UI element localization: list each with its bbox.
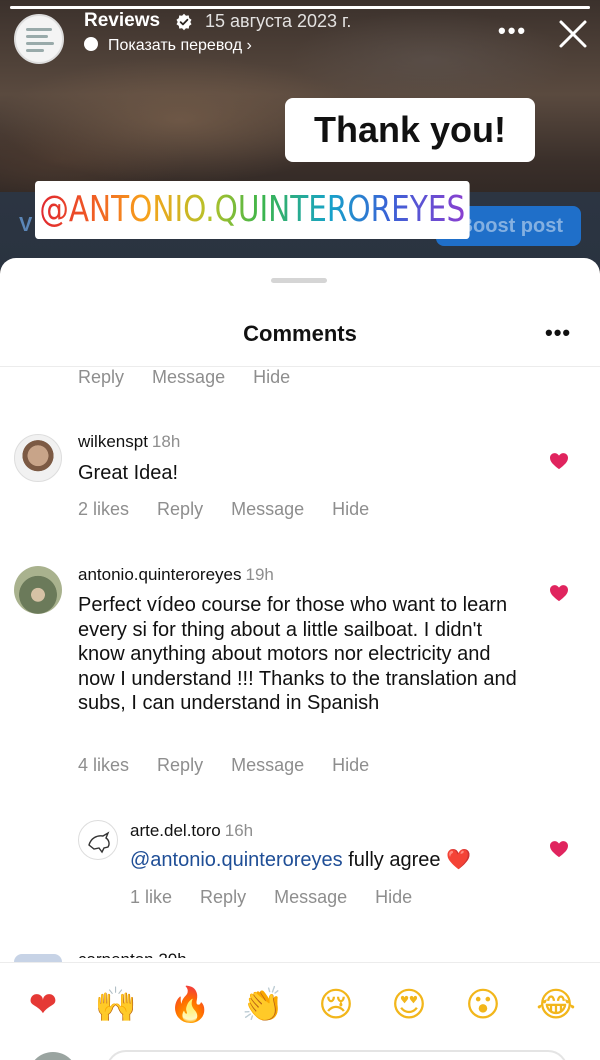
verified-badge-icon	[176, 13, 192, 31]
heart-eyes-icon[interactable]: 😍	[387, 983, 431, 1027]
liked-heart-icon[interactable]	[549, 584, 569, 602]
bull-logo-icon	[88, 831, 110, 854]
likes-count[interactable]: 1 like	[130, 887, 172, 907]
tears-of-joy-icon[interactable]: 😂	[534, 983, 578, 1027]
comment-text: Great Idea!	[78, 462, 179, 484]
comments-more-button[interactable]: •••	[545, 320, 571, 346]
hide-button[interactable]: Hide	[253, 367, 290, 387]
sheet-title: Comments	[243, 321, 357, 346]
next-comment-peek: carpenton 20h	[78, 950, 187, 958]
hide-button[interactable]: Hide	[332, 499, 369, 519]
close-icon[interactable]	[557, 18, 589, 50]
surprised-face-icon[interactable]: 😮	[461, 983, 505, 1027]
partial-text: V	[19, 214, 33, 236]
show-translation-link[interactable]: Показать перевод ›	[84, 37, 252, 55]
fire-icon[interactable]: 🔥	[168, 983, 212, 1027]
comment-actions: 4 likes Reply Message Hide	[78, 755, 392, 776]
crying-face-icon[interactable]: 😢	[314, 983, 358, 1027]
story-date: 15 августа 2023 г.	[205, 11, 352, 31]
liked-heart-icon[interactable]	[549, 452, 569, 470]
mention-sticker[interactable]: @ANTONIO.QUINTEROREYES	[35, 181, 470, 239]
quick-reactions-bar: ❤ 🙌 🔥 👏 😢 😍 😮 😂	[0, 962, 600, 1060]
comment-time: 16h	[224, 821, 254, 840]
story-progress-fill	[10, 6, 590, 9]
raising-hands-icon[interactable]: 🙌	[94, 983, 138, 1027]
mention-sticker-text: @ANTONIO.QUINTEROREYES	[39, 189, 466, 230]
comment-text: @antonio.quinteroreyes fully agree ❤️	[130, 848, 530, 873]
comment-header: arte.del.toro 16h	[130, 821, 253, 841]
comment-header: wilkenspt 18h	[78, 432, 180, 452]
message-button[interactable]: Message	[231, 755, 304, 775]
chevron-right-icon: ›	[246, 37, 252, 54]
message-button[interactable]: Message	[231, 499, 304, 519]
hide-button[interactable]: Hide	[332, 755, 369, 775]
likes-count[interactable]: 2 likes	[78, 499, 129, 519]
comment-actions-partial: Reply Message Hide	[78, 367, 313, 388]
show-translation-label: Показать перевод	[108, 37, 243, 54]
comment-body: fully agree	[342, 849, 447, 871]
message-button[interactable]: Message	[152, 367, 225, 387]
red-heart-icon[interactable]: ❤	[21, 983, 65, 1027]
comment-username[interactable]: antonio.quinteroreyes	[78, 565, 242, 584]
comment-text: Perfect vídeo course for those who want …	[78, 594, 517, 714]
avatar[interactable]	[78, 820, 118, 860]
avatar[interactable]	[14, 434, 62, 482]
sheet-drag-handle[interactable]	[271, 278, 327, 283]
reply-button[interactable]: Reply	[157, 755, 203, 775]
comment-username[interactable]: wilkenspt	[78, 432, 148, 451]
thank-you-sticker: Thank you!	[285, 98, 535, 162]
more-options-button[interactable]: •••	[498, 18, 527, 44]
story-progress-bar	[10, 6, 590, 9]
mention-link[interactable]: @antonio.quinteroreyes	[130, 849, 343, 871]
message-button[interactable]: Message	[274, 887, 347, 907]
avatar[interactable]	[14, 954, 62, 962]
red-heart-emoji: ❤️	[446, 849, 471, 871]
account-name[interactable]: Reviews	[84, 10, 160, 32]
comment-time: 19h	[245, 565, 274, 584]
liked-heart-icon[interactable]	[549, 840, 569, 858]
likes-count[interactable]: 4 likes	[78, 755, 129, 775]
comment-actions: 1 like Reply Message Hide	[130, 887, 435, 908]
account-avatar[interactable]	[14, 14, 64, 64]
add-comment-input[interactable]	[106, 1050, 568, 1060]
avatar[interactable]	[14, 566, 62, 614]
reply-button[interactable]: Reply	[78, 367, 124, 387]
reply-button[interactable]: Reply	[157, 499, 203, 519]
comment-time: 18h	[151, 432, 181, 451]
comment-username[interactable]: arte.del.toro	[130, 821, 221, 840]
comment-header: antonio.quinteroreyes 19h	[78, 565, 274, 585]
hide-button[interactable]: Hide	[375, 887, 412, 907]
translate-icon	[84, 37, 98, 51]
story-header: Reviews 15 августа 2023 г. Показать пере…	[12, 10, 589, 64]
reply-button[interactable]: Reply	[200, 887, 246, 907]
comment-actions: 2 likes Reply Message Hide	[78, 499, 392, 520]
clapping-hands-icon[interactable]: 👏	[241, 983, 285, 1027]
